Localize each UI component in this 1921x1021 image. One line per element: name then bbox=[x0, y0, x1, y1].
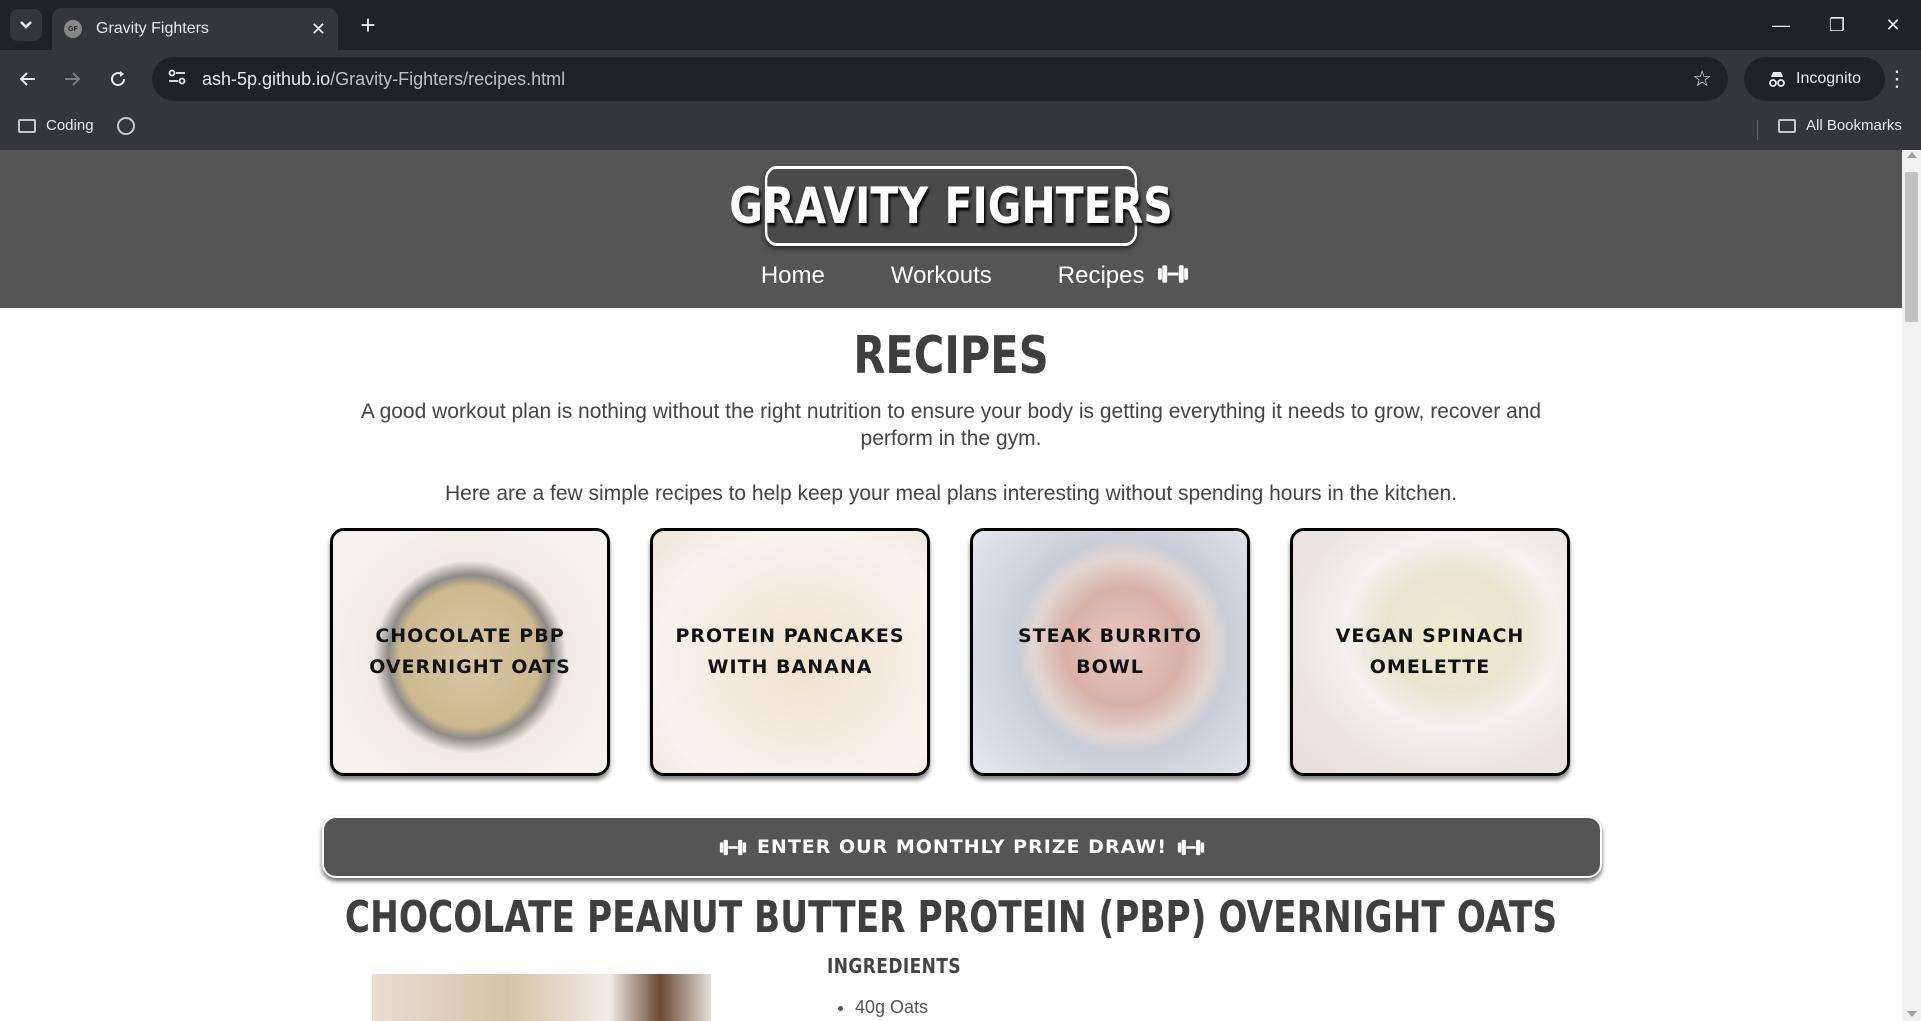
site-nav: Home Workouts Recipes bbox=[0, 262, 1902, 290]
ingredients-heading: INGREDIENTS bbox=[827, 954, 962, 978]
incognito-label: Incognito bbox=[1796, 70, 1861, 87]
new-tab-button[interactable]: + bbox=[352, 9, 384, 41]
folder-icon bbox=[1778, 118, 1796, 133]
page-title: RECIPES bbox=[853, 326, 1049, 386]
arrow-right-icon bbox=[65, 72, 81, 86]
all-bookmarks-button[interactable]: All Bookmarks bbox=[1778, 117, 1902, 134]
logo-text-right: FIGHTERS bbox=[944, 177, 1173, 235]
site-favicon-icon: GF bbox=[64, 20, 82, 38]
scroll-down-icon[interactable] bbox=[1907, 1011, 1917, 1017]
browser-tabstrip: GF Gravity Fighters ✕ + — ❐ ✕ bbox=[0, 0, 1921, 50]
recipe-card-pancakes[interactable]: PROTEIN PANCAKES WITH BANANA bbox=[650, 528, 930, 776]
recipe-card-label: PROTEIN PANCAKES WITH BANANA bbox=[675, 625, 905, 678]
recipe-card-steak[interactable]: STEAK BURRITO BOWL bbox=[970, 528, 1250, 776]
tab-title: Gravity Fighters bbox=[96, 20, 209, 37]
intro-paragraph-2: Here are a few simple recipes to help ke… bbox=[444, 482, 1458, 505]
arrow-left-icon bbox=[19, 72, 35, 86]
nav-link-recipes-label: Recipes bbox=[1057, 262, 1145, 289]
close-tab-icon[interactable]: ✕ bbox=[311, 19, 326, 40]
url-path: /Gravity-Fighters/recipes.html bbox=[330, 68, 566, 89]
reload-button[interactable] bbox=[102, 63, 134, 95]
recipe-card-oats[interactable]: CHOCOLATE PBP OVERNIGHT OATS bbox=[330, 528, 610, 776]
browser-menu-icon[interactable]: ⋮ bbox=[1881, 63, 1913, 95]
incognito-indicator[interactable]: Incognito bbox=[1744, 57, 1885, 101]
forward-button[interactable] bbox=[56, 63, 88, 95]
dumbbell-icon bbox=[1177, 839, 1205, 855]
intro-paragraph: A good workout plan is nothing without t… bbox=[360, 400, 1542, 450]
ingredient-item: 40g Oats bbox=[855, 997, 928, 1018]
scroll-up-icon[interactable] bbox=[1907, 152, 1917, 158]
bookmark-label: Coding bbox=[46, 117, 94, 134]
recipe-card-label: STEAK BURRITO BOWL bbox=[1017, 625, 1203, 678]
browser-tab[interactable]: GF Gravity Fighters ✕ bbox=[52, 8, 338, 50]
prize-draw-label: ENTER OUR MONTHLY PRIZE DRAW! bbox=[756, 836, 1168, 858]
tab-search-button[interactable] bbox=[10, 9, 42, 41]
prize-draw-button[interactable]: ENTER OUR MONTHLY PRIZE DRAW! bbox=[322, 816, 1602, 878]
all-bookmarks-label: All Bookmarks bbox=[1806, 117, 1902, 134]
page-scrollbar[interactable] bbox=[1902, 150, 1921, 1021]
bookmarks-bar: Coding All Bookmarks bbox=[0, 108, 1921, 150]
bookmarks-divider bbox=[1757, 120, 1758, 140]
bookmark-globe[interactable] bbox=[117, 117, 135, 135]
url-text: ash-5p.github.io/Gravity-Fighters/recipe… bbox=[202, 69, 1692, 90]
folder-icon bbox=[18, 118, 36, 133]
recipe-section-title: CHOCOLATE PEANUT BUTTER PROTEIN (PBP) OV… bbox=[344, 892, 1558, 943]
recipe-image bbox=[372, 974, 711, 1021]
dumbbell-icon bbox=[1158, 265, 1189, 283]
bookmark-star-icon[interactable]: ☆ bbox=[1692, 66, 1712, 92]
reload-icon bbox=[111, 71, 126, 87]
dumbbell-icon bbox=[719, 839, 747, 855]
address-bar[interactable]: ash-5p.github.io/Gravity-Fighters/recipe… bbox=[152, 57, 1728, 101]
scrollbar-thumb[interactable] bbox=[1905, 172, 1918, 322]
page-viewport: GRAVITY FIGHTERS Home Workouts Recipes R… bbox=[0, 150, 1921, 1021]
bookmark-coding[interactable]: Coding bbox=[18, 117, 94, 134]
nav-link-home[interactable]: Home bbox=[761, 262, 825, 290]
logo-text-left: GRAVITY bbox=[729, 177, 929, 235]
browser-toolbar: ash-5p.github.io/Gravity-Fighters/recipe… bbox=[0, 50, 1921, 108]
incognito-icon bbox=[1769, 72, 1785, 87]
ingredients-list: 40g Oats bbox=[855, 997, 928, 1018]
recipe-card-label: VEGAN SPINACH OMELETTE bbox=[1335, 625, 1525, 678]
minimize-icon[interactable]: — bbox=[1753, 0, 1809, 50]
globe-icon bbox=[117, 117, 135, 135]
window-controls: — ❐ ✕ bbox=[1753, 0, 1921, 50]
close-window-icon[interactable]: ✕ bbox=[1865, 0, 1921, 50]
url-host: ash-5p.github.io bbox=[202, 68, 331, 89]
recipe-card-omelette[interactable]: VEGAN SPINACH OMELETTE bbox=[1290, 528, 1570, 776]
site-logo[interactable]: GRAVITY FIGHTERS bbox=[729, 166, 1173, 246]
site-info-icon[interactable] bbox=[168, 69, 186, 90]
back-button[interactable] bbox=[12, 63, 44, 95]
nav-link-workouts[interactable]: Workouts bbox=[891, 262, 992, 290]
chevron-down-icon bbox=[20, 21, 32, 29]
recipe-card-label: CHOCOLATE PBP OVERNIGHT OATS bbox=[369, 625, 571, 678]
nav-link-recipes[interactable]: Recipes bbox=[1058, 262, 1189, 290]
restore-icon[interactable]: ❐ bbox=[1809, 0, 1865, 50]
site-header: GRAVITY FIGHTERS Home Workouts Recipes bbox=[0, 150, 1902, 308]
